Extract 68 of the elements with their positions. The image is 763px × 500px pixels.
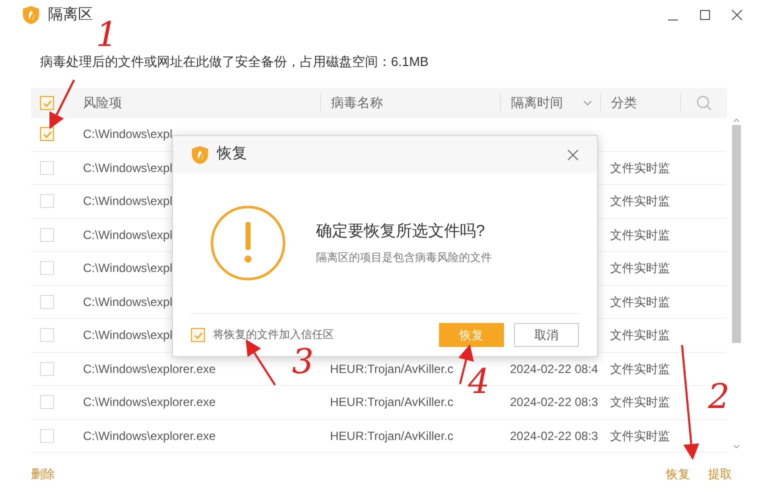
table-cell: 文件实时监 bbox=[610, 328, 670, 342]
maximize-icon[interactable] bbox=[699, 9, 711, 21]
dialog-title: 恢复 bbox=[217, 144, 247, 164]
checkbox[interactable] bbox=[40, 362, 54, 376]
checkbox[interactable] bbox=[40, 194, 54, 208]
checkbox[interactable] bbox=[40, 428, 54, 443]
checkbox[interactable] bbox=[191, 328, 205, 342]
checkbox[interactable] bbox=[40, 328, 54, 342]
column-header[interactable]: 风险项 bbox=[83, 93, 122, 113]
table-cell: C:\Windows\expl bbox=[83, 127, 172, 142]
table-cell: 2024-02-22 08:3 bbox=[510, 428, 598, 443]
checkbox-label: 将恢复的文件加入信任区 bbox=[213, 328, 334, 343]
table-cell: 文件实时监 bbox=[610, 261, 670, 276]
table-cell: 2024-02-22 08:4 bbox=[510, 362, 598, 376]
table-cell: C:\Windows\explorer.exe bbox=[83, 362, 216, 376]
annotation-number: 4 bbox=[468, 365, 490, 399]
table-cell: HEUR:Trojan/AvKiller.c bbox=[330, 362, 454, 376]
table-cell: C:\Windows\expl bbox=[83, 261, 172, 276]
checkbox[interactable] bbox=[40, 96, 54, 110]
extract-link[interactable]: 提取 bbox=[708, 465, 732, 483]
delete-link[interactable]: 删除 bbox=[31, 465, 55, 483]
close-icon[interactable] bbox=[731, 9, 743, 21]
table-cell: C:\Windows\explorer.exe bbox=[83, 428, 216, 443]
checkbox[interactable] bbox=[40, 395, 54, 410]
notice-text: 病毒处理后的文件或网址在此做了安全备份，占用磁盘空间：6.1MB bbox=[40, 53, 430, 71]
table-cell: C:\Windows\expl bbox=[83, 228, 172, 242]
check-icon bbox=[42, 130, 52, 139]
check-icon bbox=[42, 98, 52, 108]
scroll-down-icon[interactable] bbox=[732, 444, 740, 449]
table-cell: 文件实时监 bbox=[610, 428, 670, 443]
annotation-number: 3 bbox=[292, 345, 314, 379]
annotation-number: 2 bbox=[708, 380, 730, 414]
table-cell: C:\Windows\expl bbox=[83, 160, 172, 175]
dialog-message: 隔离区的项目是包含病毒风险的文件 bbox=[316, 250, 492, 266]
check-icon bbox=[194, 330, 202, 340]
table-cell: 文件实时监 bbox=[610, 194, 670, 208]
table-cell: 文件实时监 bbox=[610, 160, 670, 175]
warning-icon bbox=[210, 205, 286, 281]
search-icon[interactable] bbox=[696, 95, 712, 111]
dialog-heading: 确定要恢复所选文件吗? bbox=[316, 222, 486, 242]
restore-link[interactable]: 恢复 bbox=[666, 465, 690, 483]
table-cell: C:\Windows\expl bbox=[83, 328, 172, 342]
table-cell: C:\Windows\expl bbox=[83, 294, 172, 309]
table-cell: HEUR:Trojan/AvKiller.c bbox=[330, 395, 454, 410]
checkbox[interactable] bbox=[40, 228, 54, 242]
table-cell: HEUR:Trojan/AvKiller.c bbox=[330, 428, 454, 443]
table-cell: 文件实时监 bbox=[610, 294, 670, 309]
window-title: 隔离区 bbox=[48, 4, 93, 25]
shield-logo-icon bbox=[22, 5, 40, 25]
shield-logo-icon bbox=[191, 144, 209, 164]
checkbox[interactable] bbox=[40, 127, 54, 142]
column-header[interactable]: 分类 bbox=[611, 93, 637, 113]
annotation-number: 1 bbox=[96, 18, 118, 52]
column-header[interactable]: 病毒名称 bbox=[331, 93, 383, 113]
scroll-up-icon[interactable] bbox=[732, 118, 740, 123]
close-icon[interactable] bbox=[567, 148, 579, 160]
cancel-button[interactable]: 取消 bbox=[514, 323, 579, 347]
checkbox[interactable] bbox=[40, 160, 54, 175]
checkbox[interactable] bbox=[40, 261, 54, 276]
table-cell: C:\Windows\expl bbox=[83, 194, 172, 208]
table-cell: 文件实时监 bbox=[610, 362, 670, 376]
table-cell: 文件实时监 bbox=[610, 228, 670, 242]
table-cell: 2024-02-22 08:3 bbox=[510, 395, 598, 410]
table-cell: C:\Windows\explorer.exe bbox=[83, 395, 216, 410]
table-cell: 文件实时监 bbox=[610, 395, 670, 410]
chevron-down-icon[interactable] bbox=[583, 100, 592, 106]
checkbox[interactable] bbox=[40, 294, 54, 309]
column-header[interactable]: 隔离时间 bbox=[511, 93, 563, 113]
